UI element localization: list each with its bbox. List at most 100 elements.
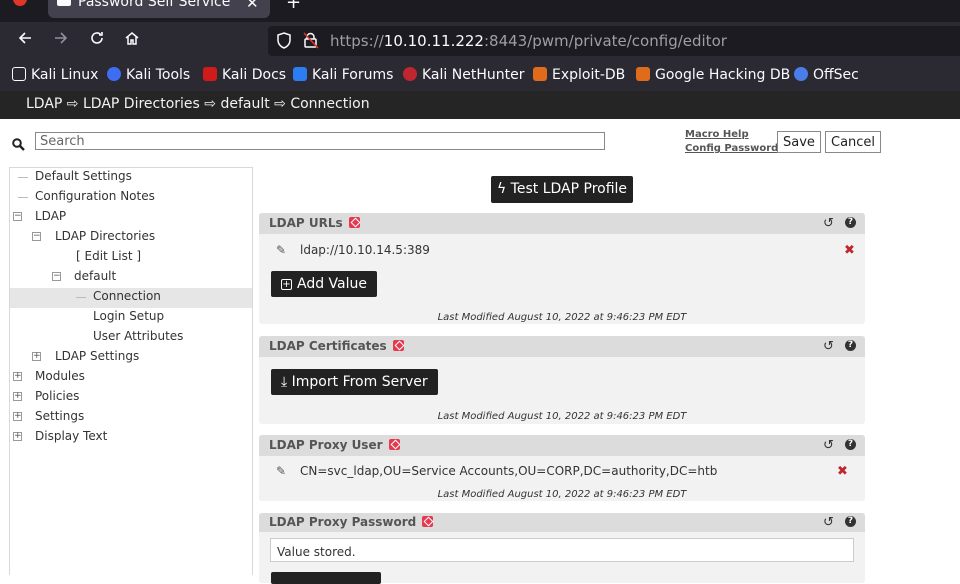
tree-item-default[interactable]: − default xyxy=(10,268,252,288)
panel-title: LDAP Proxy User xyxy=(269,438,400,452)
ldap-urls-panel: LDAP URLs ↺ ? ✎ ldap://10.10.14.5:389 ✖ … xyxy=(259,213,865,324)
url-path: :8443/pwm/private/config/editor xyxy=(483,32,727,50)
home-icon[interactable] xyxy=(121,30,143,52)
search-input[interactable] xyxy=(35,132,605,150)
add-value-button[interactable]: + Add Value xyxy=(271,271,377,297)
forward-arrow-icon[interactable] xyxy=(50,30,72,52)
reset-icon[interactable]: ↺ xyxy=(823,216,834,231)
help-icon[interactable]: ? xyxy=(845,217,856,228)
expand-icon[interactable]: + xyxy=(13,372,22,381)
kali-dragon-icon xyxy=(12,67,26,81)
insecure-lock-icon[interactable] xyxy=(303,32,319,53)
tree-item-modules[interactable]: + Modules xyxy=(10,368,252,388)
kali-tools-icon xyxy=(107,67,121,81)
ldap-proxy-password-panel: LDAP Proxy Password ↺ ? Value stored. xyxy=(259,513,865,584)
close-window-icon[interactable] xyxy=(13,0,27,6)
cancel-button[interactable]: Cancel xyxy=(825,131,882,153)
bookmark-google-hacking-db[interactable]: Google Hacking DB xyxy=(636,67,790,83)
settings-tree: Default Settings Configuration Notes − LD… xyxy=(9,167,253,575)
shield-icon[interactable] xyxy=(276,32,292,53)
help-icon[interactable]: ? xyxy=(845,516,856,527)
ldap-proxy-user-value[interactable]: CN=svc_ldap,OU=Service Accounts,OU=CORP,… xyxy=(300,464,717,478)
tree-item-policies[interactable]: + Policies xyxy=(10,388,252,408)
tab-close-icon[interactable]: ✕ xyxy=(246,0,259,12)
tree-item-configuration-notes[interactable]: Configuration Notes xyxy=(10,188,252,208)
tree-item-login-setup[interactable]: Login Setup xyxy=(10,308,252,328)
kali-docs-icon xyxy=(203,67,217,81)
expand-icon[interactable]: + xyxy=(13,432,22,441)
header-links: Macro Help Config Password xyxy=(685,128,778,156)
offsec-icon xyxy=(794,67,808,81)
edit-description-icon[interactable] xyxy=(348,217,360,228)
edit-description-icon[interactable] xyxy=(392,340,404,351)
edit-description-icon[interactable] xyxy=(388,439,400,450)
password-status-field: Value stored. xyxy=(270,538,854,562)
exploit-db-icon xyxy=(533,67,547,81)
url-host: 10.10.11.222 xyxy=(383,32,484,50)
collapse-icon[interactable]: − xyxy=(52,272,61,281)
bookmark-kali-nethunter[interactable]: Kali NetHunter xyxy=(403,67,524,83)
import-from-server-button[interactable]: ⤓ Import From Server xyxy=(271,369,438,395)
tree-item-connection[interactable]: Connection xyxy=(10,288,252,308)
panel-title: LDAP URLs xyxy=(269,216,360,230)
search-icon xyxy=(12,136,25,155)
test-ldap-profile-button[interactable]: ϟ Test LDAP Profile xyxy=(491,176,633,203)
reset-icon[interactable]: ↺ xyxy=(823,438,834,453)
bookmark-kali-forums[interactable]: Kali Forums xyxy=(293,67,393,83)
url-scheme: https:// xyxy=(330,32,384,50)
expand-icon[interactable]: + xyxy=(32,352,41,361)
remove-icon[interactable]: ✖ xyxy=(837,464,848,479)
tree-item-ldap-directories[interactable]: − LDAP Directories xyxy=(10,228,252,248)
tree-item-settings[interactable]: + Settings xyxy=(10,408,252,428)
panel-header: LDAP Certificates ↺ ? xyxy=(259,336,865,357)
last-modified: Last Modified August 10, 2022 at 9:46:23… xyxy=(437,411,687,422)
macro-help-link[interactable]: Macro Help xyxy=(685,128,778,142)
plus-icon: + xyxy=(281,279,292,290)
back-arrow-icon[interactable] xyxy=(14,30,36,52)
tree-item-user-attributes[interactable]: User Attributes xyxy=(10,328,252,348)
bookmark-kali-docs[interactable]: Kali Docs xyxy=(203,67,286,83)
help-icon[interactable]: ? xyxy=(845,340,856,351)
tree-item-ldap[interactable]: − LDAP xyxy=(10,208,252,228)
help-icon[interactable]: ? xyxy=(845,439,856,450)
reset-icon[interactable]: ↺ xyxy=(823,339,834,354)
tree-item-edit-list[interactable]: [ Edit List ] xyxy=(10,248,252,268)
tree-item-default-settings[interactable]: Default Settings xyxy=(10,168,252,188)
kali-forums-icon xyxy=(293,67,307,81)
download-icon: ⤓ xyxy=(281,374,288,390)
ldap-url-value[interactable]: ldap://10.10.14.5:389 xyxy=(300,243,430,257)
remove-icon[interactable]: ✖ xyxy=(844,243,855,258)
bookmark-offsec[interactable]: OffSec xyxy=(794,67,859,83)
bookmarks-bar: Kali Linux Kali Tools Kali Docs Kali For… xyxy=(0,60,960,91)
panel-title: LDAP Proxy Password xyxy=(269,515,434,529)
url-bar[interactable]: https://10.10.11.222:8443/pwm/private/co… xyxy=(268,26,960,56)
last-modified: Last Modified August 10, 2022 at 9:46:23… xyxy=(437,489,687,500)
bookmark-kali-linux[interactable]: Kali Linux xyxy=(12,67,98,83)
google-hacking-db-icon xyxy=(636,67,650,81)
bookmark-kali-tools[interactable]: Kali Tools xyxy=(107,67,190,83)
bookmark-exploit-db[interactable]: Exploit-DB xyxy=(533,67,625,83)
reload-icon[interactable] xyxy=(86,30,108,52)
expand-icon[interactable]: + xyxy=(13,412,22,421)
browser-tab[interactable]: Password Self Service ✕ xyxy=(48,0,270,18)
tree-item-ldap-settings[interactable]: + LDAP Settings xyxy=(10,348,252,368)
url-text[interactable]: https://10.10.11.222:8443/pwm/private/co… xyxy=(330,32,727,50)
edit-icon[interactable]: ✎ xyxy=(276,243,286,257)
new-tab-button[interactable]: + xyxy=(286,0,301,13)
config-password-link[interactable]: Config Password xyxy=(685,142,778,156)
save-button[interactable]: Save xyxy=(777,131,821,153)
panel-title: LDAP Certificates xyxy=(269,339,404,353)
tree-item-display-text[interactable]: + Display Text xyxy=(10,428,252,448)
collapse-icon[interactable]: − xyxy=(32,232,41,241)
edit-description-icon[interactable] xyxy=(422,516,434,527)
ldap-proxy-user-panel: LDAP Proxy User ↺ ? ✎ CN=svc_ldap,OU=Ser… xyxy=(259,435,865,501)
change-password-button[interactable] xyxy=(271,572,381,584)
expand-icon[interactable]: + xyxy=(13,392,22,401)
browser-tab-bar: Password Self Service ✕ + xyxy=(0,0,960,22)
reset-icon[interactable]: ↺ xyxy=(823,515,834,530)
collapse-icon[interactable]: − xyxy=(13,212,22,221)
breadcrumb: LDAP ⇨ LDAP Directories ⇨ default ⇨ Conn… xyxy=(26,96,370,112)
edit-icon[interactable]: ✎ xyxy=(276,464,286,478)
tab-title: Password Self Service xyxy=(78,0,231,10)
header-bar: LDAP ⇨ LDAP Directories ⇨ default ⇨ Conn… xyxy=(0,91,960,119)
